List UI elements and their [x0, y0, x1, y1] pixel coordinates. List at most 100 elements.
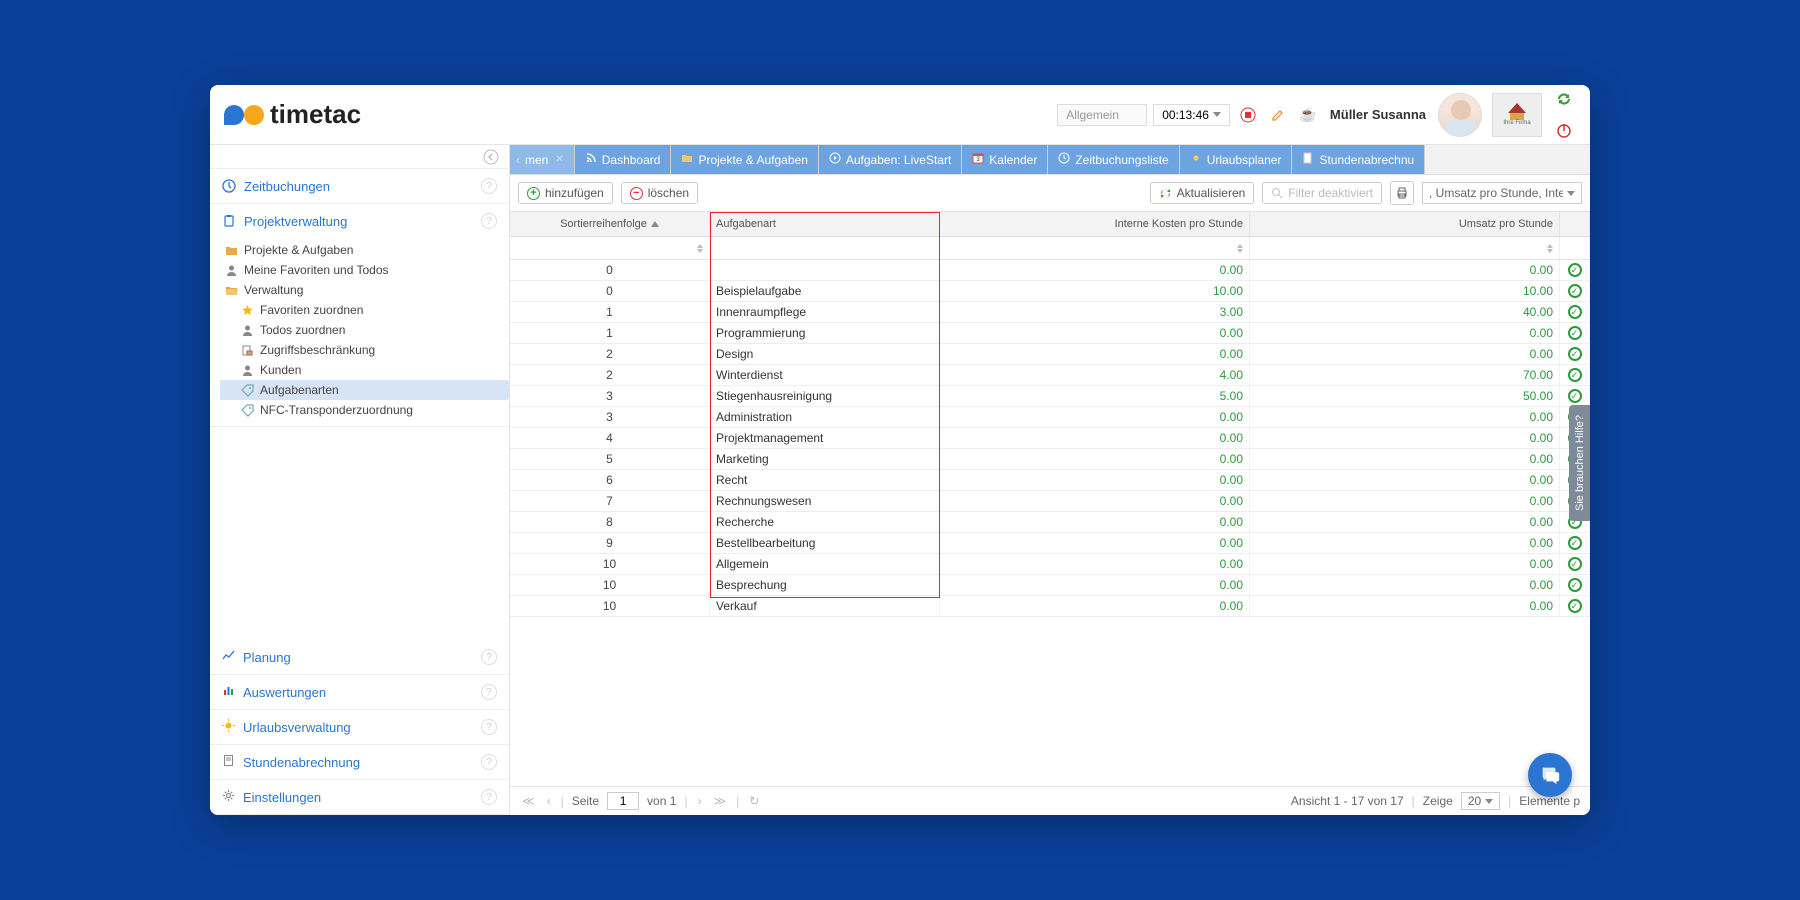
tab-kalender[interactable]: 3Kalender: [962, 145, 1048, 174]
tab-projekte-aufgaben[interactable]: Projekte & Aufgaben: [671, 145, 818, 174]
pager-next[interactable]: ›: [696, 794, 704, 808]
nav-item-kunden[interactable]: Kunden: [220, 360, 509, 380]
nav-item-meine-favoriten-und-todos[interactable]: Meine Favoriten und Todos: [220, 260, 509, 280]
print-icon[interactable]: [1390, 181, 1414, 205]
filter-button[interactable]: Filter deaktiviert: [1262, 182, 1382, 204]
company-logo-caption: Ihre Firma: [1503, 120, 1530, 126]
sync-icon[interactable]: [1552, 87, 1576, 111]
nav-item-nfc-transponderzuordnung[interactable]: NFC-Transponderzuordnung: [220, 400, 509, 420]
pager-last[interactable]: ≫: [712, 794, 729, 808]
cell-internal: 0.00: [940, 428, 1250, 448]
nav-item-projekte-aufgaben[interactable]: Projekte & Aufgaben: [220, 240, 509, 260]
table-row[interactable]: 6Recht0.000.00✓: [510, 470, 1590, 491]
table-row[interactable]: 2Winterdienst4.0070.00✓: [510, 365, 1590, 386]
pager-refresh-icon[interactable]: ↻: [747, 794, 761, 808]
table-row[interactable]: 9Bestellbearbeitung0.000.00✓: [510, 533, 1590, 554]
calendar-icon: 3: [972, 152, 984, 167]
nav-auswertungen[interactable]: Auswertungen?: [210, 675, 509, 709]
pager-size-select[interactable]: 20: [1461, 792, 1500, 810]
nav-item-verwaltung[interactable]: Verwaltung: [220, 280, 509, 300]
help-icon[interactable]: ?: [481, 684, 497, 700]
cell-internal: 0.00: [940, 512, 1250, 532]
table-row[interactable]: 8Recherche0.000.00✓: [510, 512, 1590, 533]
nav-item-label: Favoriten zuordnen: [260, 303, 363, 317]
table-row[interactable]: 10Verkauf0.000.00✓: [510, 596, 1590, 617]
tab-label: Urlaubsplaner: [1207, 153, 1282, 167]
tab-zeitbuchungsliste[interactable]: Zeitbuchungsliste: [1048, 145, 1179, 174]
tab-stundenabrechnu[interactable]: Stundenabrechnu: [1292, 145, 1425, 174]
col-type[interactable]: Aufgabenart: [710, 212, 940, 236]
avatar[interactable]: [1438, 93, 1482, 137]
nav-stundenabrechnung[interactable]: Stundenabrechnung?: [210, 745, 509, 779]
nav-zeitbuchungen[interactable]: Zeitbuchungen ?: [210, 169, 509, 203]
table-row[interactable]: 10Allgemein0.000.00✓: [510, 554, 1590, 575]
pager-page-input[interactable]: [607, 792, 639, 810]
chat-fab[interactable]: [1528, 753, 1572, 797]
cell-sort: 0: [510, 281, 710, 301]
table-row[interactable]: 3Administration0.000.00✓: [510, 407, 1590, 428]
cell-name: Innenraumpflege: [710, 302, 940, 322]
delete-label: löschen: [648, 186, 689, 200]
tab-dashboard[interactable]: Dashboard: [575, 145, 672, 174]
nav-item-label: Zugriffsbeschränkung: [260, 343, 375, 357]
refresh-button[interactable]: Aktualisieren: [1150, 182, 1255, 204]
coffee-icon[interactable]: ☕: [1296, 103, 1320, 127]
view-select[interactable]: , Umsatz pro Stunde, Interr: [1422, 182, 1582, 204]
add-button[interactable]: +hinzufügen: [518, 182, 613, 204]
nav-urlaubsverwaltung[interactable]: Urlaubsverwaltung?: [210, 710, 509, 744]
table-row[interactable]: 1Programmierung0.000.00✓: [510, 323, 1590, 344]
sidebar: Zeitbuchungen ? Projektverwaltung ? Proj…: [210, 145, 510, 815]
pager-first[interactable]: ≪: [520, 794, 537, 808]
delete-button[interactable]: −löschen: [621, 182, 698, 204]
current-task-field[interactable]: Allgemein: [1057, 104, 1147, 126]
sidebar-collapse[interactable]: [210, 145, 509, 169]
filter-sort[interactable]: [510, 237, 710, 259]
table-row[interactable]: 1Innenraumpflege3.0040.00✓: [510, 302, 1590, 323]
power-icon[interactable]: [1552, 119, 1576, 143]
help-icon[interactable]: ?: [481, 789, 497, 805]
nav-projektverwaltung[interactable]: Projektverwaltung ?: [210, 204, 509, 238]
nav-item-favoriten-zuordnen[interactable]: Favoriten zuordnen: [220, 300, 509, 320]
cell-sort: 0: [510, 260, 710, 280]
help-tab[interactable]: Sie brauchen Hilfe?: [1569, 405, 1590, 521]
nav-item-zugriffsbeschr-nkung[interactable]: Zugriffsbeschränkung: [220, 340, 509, 360]
nav-planung[interactable]: Planung?: [210, 640, 509, 674]
table-row[interactable]: 0Beispielaufgabe10.0010.00✓: [510, 281, 1590, 302]
table-row[interactable]: 4Projektmanagement0.000.00✓: [510, 428, 1590, 449]
col-internal[interactable]: Interne Kosten pro Stunde: [940, 212, 1250, 236]
edit-icon[interactable]: [1266, 103, 1290, 127]
cell-revenue: 0.00: [1250, 323, 1560, 343]
filter-internal[interactable]: [940, 237, 1250, 259]
stop-icon[interactable]: [1236, 103, 1260, 127]
col-revenue[interactable]: Umsatz pro Stunde: [1250, 212, 1560, 236]
table-row[interactable]: 3Stiegenhausreinigung5.0050.00✓: [510, 386, 1590, 407]
elapsed-time[interactable]: 00:13:46: [1153, 104, 1230, 126]
help-icon[interactable]: ?: [481, 719, 497, 735]
tab-label: Stundenabrechnu: [1319, 153, 1414, 167]
cell-sort: 10: [510, 575, 710, 595]
nav-item-aufgabenarten[interactable]: Aufgabenarten: [220, 380, 509, 400]
help-icon[interactable]: ?: [481, 178, 497, 194]
tab-men[interactable]: ‹men✕: [510, 145, 575, 174]
table-row[interactable]: 7Rechnungswesen0.000.00✓: [510, 491, 1590, 512]
pager-prev[interactable]: ‹: [545, 794, 553, 808]
filter-revenue[interactable]: [1250, 237, 1560, 259]
nav-einstellungen[interactable]: Einstellungen?: [210, 780, 509, 814]
table-row[interactable]: 2Design0.000.00✓: [510, 344, 1590, 365]
table-row[interactable]: 5Marketing0.000.00✓: [510, 449, 1590, 470]
nav-item-todos-zuordnen[interactable]: Todos zuordnen: [220, 320, 509, 340]
help-icon[interactable]: ?: [481, 213, 497, 229]
table-row[interactable]: 00.000.00✓: [510, 260, 1590, 281]
cell-sort: 3: [510, 386, 710, 406]
help-icon[interactable]: ?: [481, 649, 497, 665]
tab-aufgaben-livestart[interactable]: Aufgaben: LiveStart: [819, 145, 962, 174]
close-icon[interactable]: ✕: [555, 154, 563, 165]
col-sort[interactable]: Sortierreihenfolge: [510, 212, 710, 236]
help-icon[interactable]: ?: [481, 754, 497, 770]
tab-urlaubsplaner[interactable]: Urlaubsplaner: [1180, 145, 1293, 174]
table-row[interactable]: 10Besprechung0.000.00✓: [510, 575, 1590, 596]
company-logo[interactable]: Ihre Firma: [1492, 93, 1542, 137]
filter-type[interactable]: [710, 237, 940, 259]
cell-internal: 0.00: [940, 470, 1250, 490]
col-type-label: Aufgabenart: [716, 218, 776, 230]
